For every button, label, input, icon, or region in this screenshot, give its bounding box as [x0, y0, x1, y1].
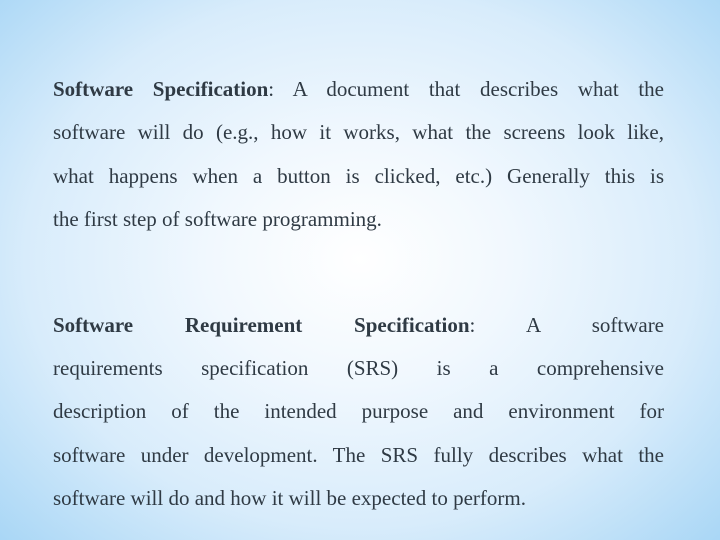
paragraph-line: Software Requirement Specification: A so… — [53, 312, 665, 337]
paragraph-line: software under development. The SRS full… — [53, 442, 664, 467]
paragraph-line: the first step of software programming. — [53, 207, 382, 232]
term-word: Software — [53, 312, 134, 337]
paragraph-line: software will do (e.g., how it works, wh… — [53, 120, 664, 145]
definition-text: A software — [475, 312, 665, 337]
slide-content: Software Specification: A document that … — [53, 68, 664, 521]
paragraph-line: requirements specification (SRS) is a co… — [53, 356, 664, 381]
paragraph-line: description of the intended purpose and … — [53, 399, 664, 424]
paragraph-line: what happens when a button is clicked, e… — [53, 163, 664, 188]
term-software-specification: Software Specification — [53, 77, 269, 101]
paragraph-software-specification: Software Specification: A document that … — [53, 68, 664, 242]
term-word: Requirement — [184, 312, 303, 337]
definition-text: A document that describes what the — [274, 77, 664, 101]
paragraph-line: software will do and how it will be expe… — [53, 486, 526, 511]
paragraph-line: Software Specification: A document that … — [53, 77, 664, 101]
term-word: Specification — [354, 312, 470, 337]
paragraph-software-requirement-specification: Software Requirement Specification: A so… — [53, 304, 664, 521]
